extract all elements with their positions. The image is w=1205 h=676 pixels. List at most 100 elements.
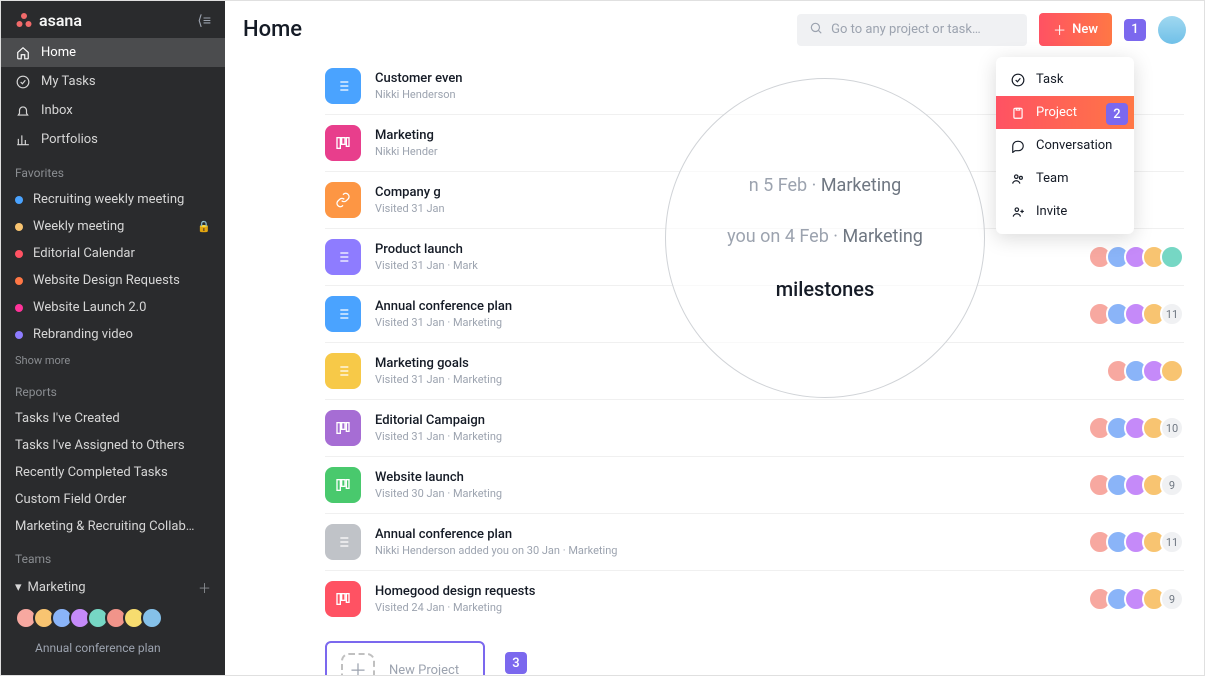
project-title: Homegood design requests bbox=[375, 584, 1074, 599]
project-meta: Visited 31 Jan · Marketing bbox=[375, 373, 1092, 386]
project-icon bbox=[325, 239, 361, 275]
project-row[interactable]: Marketing goals Visited 31 Jan · Marketi… bbox=[325, 343, 1184, 400]
project-icon bbox=[325, 182, 361, 218]
favorite-item[interactable]: Weekly meeting🔒 bbox=[1, 213, 225, 240]
member-avatar bbox=[1160, 359, 1184, 383]
asana-logo-icon bbox=[15, 12, 33, 30]
team-row[interactable]: ▾ Marketing ＋ bbox=[1, 572, 225, 603]
favorite-item[interactable]: Website Design Requests bbox=[1, 267, 225, 294]
chart-icon bbox=[15, 133, 31, 147]
favorite-item[interactable]: Recruiting weekly meeting bbox=[1, 186, 225, 213]
new-button-label: New bbox=[1072, 22, 1098, 37]
project-row[interactable]: Annual conference plan Visited 31 Jan · … bbox=[325, 286, 1184, 343]
project-members bbox=[1088, 245, 1184, 269]
dropdown-invite-label: Invite bbox=[1036, 204, 1067, 219]
new-project-card[interactable]: ＋ New Project bbox=[325, 641, 485, 675]
dropdown-task[interactable]: Task bbox=[996, 63, 1134, 96]
project-title: Marketing goals bbox=[375, 356, 1092, 371]
step-badge-2: 2 bbox=[1106, 103, 1128, 125]
project-icon bbox=[325, 125, 361, 161]
search-icon bbox=[809, 21, 823, 39]
favorite-label: Website Design Requests bbox=[33, 273, 180, 288]
project-icon bbox=[325, 410, 361, 446]
favorite-label: Rebranding video bbox=[33, 327, 133, 342]
project-title: Annual conference plan bbox=[375, 527, 1074, 542]
clipboard-icon bbox=[1010, 106, 1026, 120]
check-circle-icon bbox=[1010, 73, 1026, 87]
project-row[interactable]: Editorial Campaign Visited 31 Jan · Mark… bbox=[325, 400, 1184, 457]
main: Home Go to any project or task… ＋ New 1 … bbox=[225, 1, 1204, 675]
favorite-label: Website Launch 2.0 bbox=[33, 300, 146, 315]
project-members: 10 bbox=[1088, 416, 1184, 440]
logo: asana bbox=[15, 11, 82, 30]
dropdown-project[interactable]: Project 2 bbox=[996, 96, 1134, 129]
plus-icon: ＋ bbox=[1053, 20, 1066, 39]
project-row[interactable]: Annual conference plan Nikki Henderson a… bbox=[325, 514, 1184, 571]
dropdown-conversation-label: Conversation bbox=[1036, 138, 1112, 153]
dropdown-team-label: Team bbox=[1036, 171, 1069, 186]
add-team-icon[interactable]: ＋ bbox=[198, 578, 211, 597]
search-placeholder: Go to any project or task… bbox=[831, 22, 981, 37]
nav-home-label: Home bbox=[41, 45, 76, 60]
plus-dashed-icon: ＋ bbox=[341, 653, 375, 675]
new-dropdown: Task Project 2 Conversation Team Invite bbox=[996, 57, 1134, 234]
member-count-badge: 11 bbox=[1160, 302, 1184, 326]
favorite-item[interactable]: Website Launch 2.0 bbox=[1, 294, 225, 321]
dropdown-conversation[interactable]: Conversation bbox=[996, 129, 1134, 162]
favorite-label: Recruiting weekly meeting bbox=[33, 192, 184, 207]
project-icon bbox=[325, 296, 361, 332]
project-members: 11 bbox=[1088, 530, 1184, 554]
nav-inbox-label: Inbox bbox=[41, 103, 73, 118]
project-meta: Visited 31 Jan · Mark bbox=[375, 259, 1074, 272]
report-item[interactable]: Custom Field Order bbox=[1, 486, 225, 513]
nav-home[interactable]: Home bbox=[1, 38, 225, 67]
new-button[interactable]: ＋ New bbox=[1039, 13, 1112, 46]
report-item[interactable]: Marketing & Recruiting Collab… bbox=[1, 513, 225, 540]
nav-portfolios[interactable]: Portfolios bbox=[1, 125, 225, 154]
show-more-favorites[interactable]: Show more bbox=[1, 348, 225, 373]
color-dot-icon bbox=[15, 196, 23, 204]
project-icon bbox=[325, 524, 361, 560]
project-members: 11 bbox=[1088, 302, 1184, 326]
report-item[interactable]: Tasks I've Assigned to Others bbox=[1, 432, 225, 459]
nav-portfolios-label: Portfolios bbox=[41, 132, 98, 147]
chevron-down-icon: ▾ bbox=[15, 580, 22, 595]
step-badge-1: 1 bbox=[1124, 19, 1146, 41]
color-dot-icon bbox=[15, 277, 23, 285]
nav-mytasks[interactable]: My Tasks bbox=[1, 67, 225, 96]
favorite-item[interactable]: Editorial Calendar bbox=[1, 240, 225, 267]
project-icon bbox=[325, 467, 361, 503]
color-dot-icon bbox=[15, 250, 23, 258]
project-meta: Nikki Henderson added you on 30 Jan · Ma… bbox=[375, 544, 1074, 557]
nav-inbox[interactable]: Inbox bbox=[1, 96, 225, 125]
teams-label: Teams bbox=[1, 540, 225, 572]
project-meta: Visited 31 Jan · Marketing bbox=[375, 316, 1074, 329]
project-meta: Visited 24 Jan · Marketing bbox=[375, 601, 1074, 614]
project-row[interactable]: Product launch Visited 31 Jan · Mark bbox=[325, 229, 1184, 286]
search-input[interactable]: Go to any project or task… bbox=[797, 14, 1027, 46]
check-circle-icon bbox=[15, 75, 31, 89]
dropdown-project-label: Project bbox=[1036, 105, 1077, 120]
home-icon bbox=[15, 46, 31, 60]
people-icon bbox=[1010, 172, 1026, 186]
dropdown-task-label: Task bbox=[1036, 72, 1063, 87]
color-dot-icon bbox=[15, 223, 23, 231]
favorites-label: Favorites bbox=[1, 154, 225, 186]
team-name: Marketing bbox=[28, 580, 86, 595]
report-item[interactable]: Tasks I've Created bbox=[1, 405, 225, 432]
favorite-label: Weekly meeting bbox=[33, 219, 124, 234]
member-count-badge: 10 bbox=[1160, 416, 1184, 440]
report-item[interactable]: Recently Completed Tasks bbox=[1, 459, 225, 486]
project-row[interactable]: Website launch Visited 30 Jan · Marketin… bbox=[325, 457, 1184, 514]
dropdown-invite[interactable]: Invite bbox=[996, 195, 1134, 228]
project-row[interactable]: Homegood design requests Visited 24 Jan … bbox=[325, 571, 1184, 627]
favorite-item[interactable]: Rebranding video bbox=[1, 321, 225, 348]
user-avatar[interactable] bbox=[1158, 16, 1186, 44]
color-dot-icon bbox=[15, 304, 23, 312]
color-dot-icon bbox=[15, 331, 23, 339]
dropdown-team[interactable]: Team bbox=[996, 162, 1134, 195]
member-avatar bbox=[1160, 245, 1184, 269]
project-icon bbox=[325, 581, 361, 617]
team-project-item[interactable]: Annual conference plan bbox=[1, 637, 225, 659]
collapse-sidebar-icon[interactable]: ⟨≡ bbox=[197, 12, 211, 29]
